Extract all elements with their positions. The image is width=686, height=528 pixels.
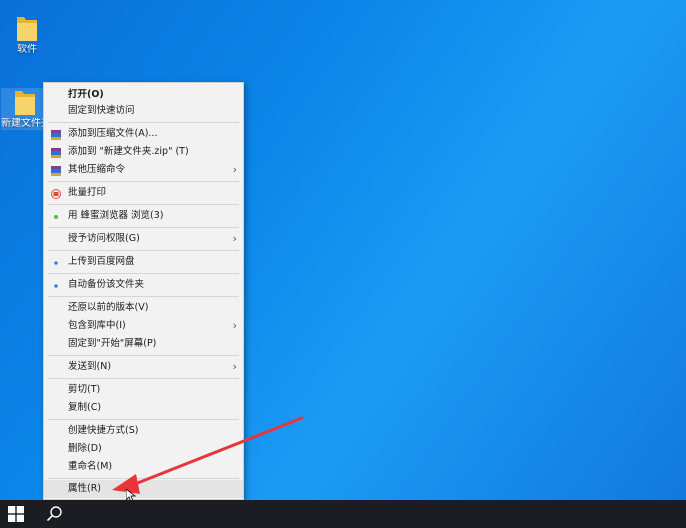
menu-item-label: 其他压缩命令	[68, 164, 126, 175]
menu-item-send-to[interactable]: 发送到(N) ›	[44, 358, 243, 376]
menu-item-label: 用 蜂蜜浏览器 浏览(3)	[68, 210, 164, 221]
menu-item-label: 还原以前的版本(V)	[68, 302, 149, 313]
menu-separator	[48, 296, 239, 297]
menu-separator	[48, 378, 239, 379]
menu-item-properties[interactable]: 属性(R)	[44, 480, 243, 498]
menu-item-label: 删除(D)	[68, 443, 102, 454]
context-menu: 打开(O) 固定到快速访问 添加到压缩文件(A)... 添加到 "新建文件夹.z…	[43, 82, 244, 500]
menu-item-delete[interactable]: 删除(D)	[44, 440, 243, 458]
menu-item-label: 复制(C)	[68, 402, 102, 413]
menu-item-pin-start[interactable]: 固定到"开始"屏幕(P)	[44, 335, 243, 353]
menu-item-include-library[interactable]: 包含到库中(I) ›	[44, 317, 243, 335]
search-icon[interactable]	[46, 505, 64, 523]
desktop-icon-label: 软件	[17, 44, 37, 55]
menu-separator	[48, 419, 239, 420]
folder-icon	[14, 88, 36, 116]
menu-separator	[48, 355, 239, 356]
menu-item-batch-print[interactable]: 批量打印	[44, 184, 243, 202]
browser-icon	[51, 211, 61, 221]
menu-separator	[48, 273, 239, 274]
menu-item-label: 添加到 "新建文件夹.zip" (T)	[68, 146, 189, 157]
chevron-right-icon: ›	[232, 232, 237, 245]
desktop-icon-software[interactable]: 软件	[3, 14, 51, 56]
menu-item-label: 固定到快速访问	[68, 105, 135, 116]
menu-item-label: 授予访问权限(G)	[68, 233, 140, 244]
menu-item-grant-access[interactable]: 授予访问权限(G) ›	[44, 230, 243, 248]
menu-item-label: 上传到百度网盘	[68, 256, 135, 267]
menu-item-pin-quick-access[interactable]: 固定到快速访问	[44, 102, 243, 120]
desktop-icon-new-folder[interactable]: 新建文件夹	[1, 88, 49, 130]
printer-icon	[51, 188, 61, 199]
winrar-icon	[51, 147, 61, 158]
desktop-icon-label: 新建文件夹	[1, 118, 49, 129]
menu-item-add-archive[interactable]: 添加到压缩文件(A)...	[44, 125, 243, 143]
folder-icon	[16, 14, 38, 42]
baidu-cloud-icon	[51, 257, 61, 267]
menu-item-label: 添加到压缩文件(A)...	[68, 128, 158, 139]
menu-separator	[48, 227, 239, 228]
menu-item-label: 批量打印	[68, 187, 107, 198]
menu-item-rename[interactable]: 重命名(M)	[44, 458, 243, 476]
menu-item-browser[interactable]: 用 蜂蜜浏览器 浏览(3)	[44, 207, 243, 225]
menu-item-add-zip[interactable]: 添加到 "新建文件夹.zip" (T)	[44, 143, 243, 161]
windows-start-icon[interactable]	[8, 506, 24, 522]
menu-item-label: 打开(O)	[68, 89, 104, 100]
menu-separator	[48, 250, 239, 251]
menu-item-label: 包含到库中(I)	[68, 320, 126, 331]
menu-item-label: 固定到"开始"屏幕(P)	[68, 338, 157, 349]
menu-separator	[48, 204, 239, 205]
menu-item-cut[interactable]: 剪切(T)	[44, 381, 243, 399]
menu-item-label: 创建快捷方式(S)	[68, 425, 139, 436]
baidu-cloud-icon	[51, 280, 61, 290]
menu-item-auto-backup[interactable]: 自动备份该文件夹	[44, 276, 243, 294]
menu-separator	[48, 122, 239, 123]
menu-separator	[48, 478, 239, 479]
menu-item-other-compress[interactable]: 其他压缩命令 ›	[44, 161, 243, 179]
menu-item-upload-baidu[interactable]: 上传到百度网盘	[44, 253, 243, 271]
menu-item-label: 属性(R)	[68, 483, 102, 494]
menu-item-label: 发送到(N)	[68, 361, 112, 372]
chevron-right-icon: ›	[232, 163, 237, 176]
menu-item-label: 重命名(M)	[68, 461, 113, 472]
menu-item-create-shortcut[interactable]: 创建快捷方式(S)	[44, 422, 243, 440]
menu-item-copy[interactable]: 复制(C)	[44, 399, 243, 417]
chevron-right-icon: ›	[232, 360, 237, 373]
winrar-icon	[51, 129, 61, 140]
menu-item-label: 自动备份该文件夹	[68, 279, 145, 290]
chevron-right-icon: ›	[232, 319, 237, 332]
taskbar	[0, 500, 686, 528]
menu-separator	[48, 181, 239, 182]
winrar-icon	[51, 165, 61, 176]
menu-item-label: 剪切(T)	[68, 384, 101, 395]
menu-item-restore-versions[interactable]: 还原以前的版本(V)	[44, 299, 243, 317]
